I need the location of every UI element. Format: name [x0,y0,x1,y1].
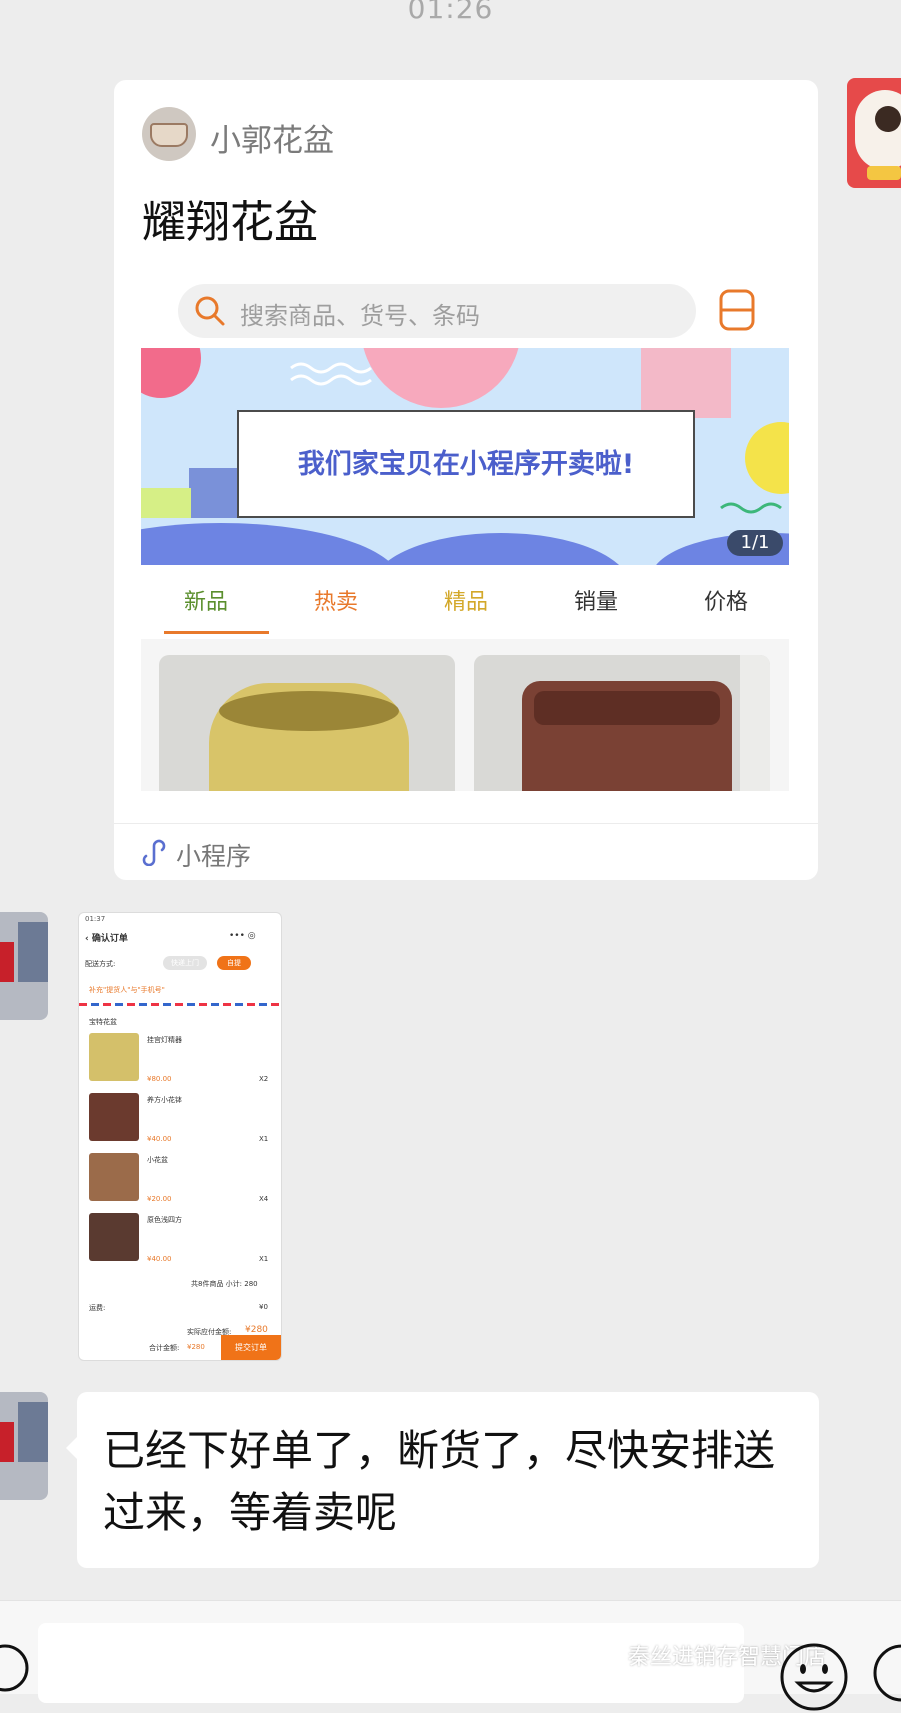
banner-counter: 1/1 [727,530,783,556]
thumb-item-image [89,1213,139,1261]
text-message[interactable]: 已经下好单了，断货了，尽快安排送过来，等着卖呢 [77,1392,819,1568]
contact-avatar-right[interactable] [847,78,901,188]
thumb-option-1: 快递上门 [163,956,207,970]
thumb-option-2: 自提 [217,956,251,970]
image-message[interactable]: 01:37 ‹ 确认订单 ••• ◎ 配送方式: 快递上门 自提 补充"提货人"… [78,912,282,1361]
voice-icon[interactable] [0,1643,30,1693]
card-footer: 小程序 [114,823,818,880]
thumb-menu-icon: ••• ◎ [229,931,256,941]
plus-icon[interactable] [872,1643,901,1703]
search-bar[interactable]: 搜索商品、货号、条码 [178,284,696,338]
product-image [522,681,732,791]
banner-text: 我们家宝贝在小程序开卖啦! [297,449,635,480]
thumb-item-image [89,1093,139,1141]
card-title: 耀翔花盆 [142,197,318,248]
status-time: 01:26 [407,0,494,25]
contact-avatar-left[interactable] [0,912,48,1020]
thumb-address: 补充"提货人"与"手机号" [89,986,165,994]
mini-program-icon [142,839,166,866]
thumb-item-image [89,1153,139,1201]
mini-program-card[interactable]: 小郭花盆 耀翔花盆 搜索商品、货号、条码 我们家宝贝在小程序开卖啦! 1/1 新… [114,80,818,880]
thumb-subtotal: 共8件商品 小计: 280 [191,1280,258,1288]
thumb-submit-button: 提交订单 [221,1335,281,1360]
mini-program-label: 小程序 [176,842,252,871]
product-card[interactable] [474,655,770,791]
thumb-delivery-label: 配送方式: [85,960,116,968]
thumb-section: 宝特花盆 [89,1018,117,1026]
scan-icon[interactable] [718,288,756,332]
input-bar: 秦丝进销存智慧门店 [0,1600,901,1711]
tab-hot[interactable]: 热卖 [271,574,401,632]
source-name: 小郭花盆 [210,123,334,159]
avatar-head [875,106,901,132]
search-placeholder: 搜索商品、货号、条码 [240,302,480,330]
bubble-tail [66,1437,77,1459]
message-text: 已经下好单了，断货了，尽快安排送过来，等着卖呢 [103,1426,776,1537]
thumb-item-image [89,1033,139,1081]
ruler-image [740,655,770,791]
tab-bar: 新品 热卖 精品 销量 价格 [141,574,789,634]
thumb-title: ‹ 确认订单 [85,934,128,944]
tab-new[interactable]: 新品 [141,574,271,634]
banner[interactable]: 我们家宝贝在小程序开卖啦! 1/1 [141,348,789,565]
product-grid [141,639,789,791]
tab-sales[interactable]: 销量 [531,574,661,632]
emoji-icon[interactable] [778,1641,850,1713]
avatar-tag [867,166,901,180]
contact-avatar-left[interactable] [0,1392,48,1500]
tab-underline [164,631,269,634]
product-card[interactable] [159,655,455,791]
banner-frame: 我们家宝贝在小程序开卖啦! [237,410,695,518]
source-avatar [142,107,196,161]
tab-premium[interactable]: 精品 [401,574,531,632]
product-image [209,683,409,791]
search-icon [195,296,225,326]
tab-price[interactable]: 价格 [661,574,791,632]
thumb-status: 01:37 [85,915,106,923]
